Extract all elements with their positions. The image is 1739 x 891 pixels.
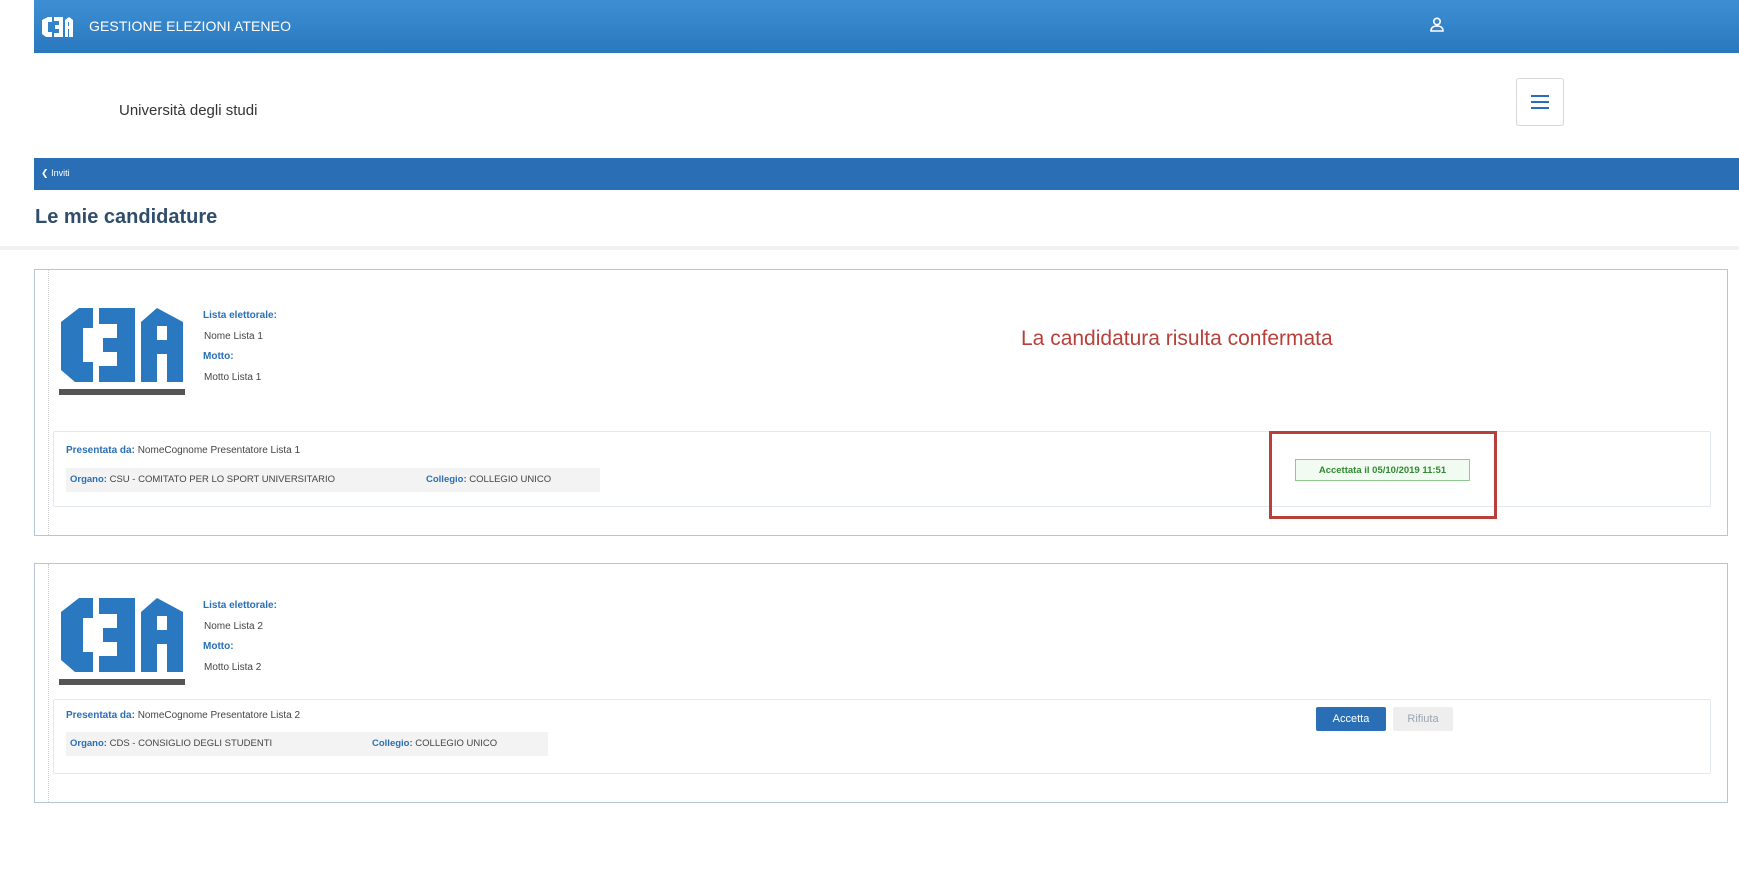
motto-label: Motto: xyxy=(203,351,234,362)
user-icon xyxy=(1430,17,1444,32)
motto-value: Motto Lista 1 xyxy=(204,371,262,383)
accept-button[interactable]: Accetta xyxy=(1316,707,1386,731)
c3a-logo-icon xyxy=(53,300,190,405)
refuse-button[interactable]: Rifiuta xyxy=(1393,707,1453,731)
lista-name: Nome Lista 1 xyxy=(204,330,263,342)
collegio-label: Collegio: xyxy=(372,738,413,749)
organo-label: Organo: xyxy=(70,738,107,749)
collegio-value: COLLEGIO UNICO xyxy=(469,474,552,485)
organo-value: CDS - CONSIGLIO DEGLI STUDENTI xyxy=(109,738,273,749)
presentatore-name: NomeCognome Presentatore Lista 1 xyxy=(137,445,301,456)
motto-value: Motto Lista 2 xyxy=(204,661,262,673)
lista-info: Lista elettorale: Nome Lista 2 Motto: Mo… xyxy=(203,596,277,678)
presentata-row: Presentata da: NomeCognome Presentatore … xyxy=(66,710,300,721)
chevron-left-icon: ❮ xyxy=(41,168,49,178)
breadcrumb-back-link[interactable]: ❮ Inviti xyxy=(41,168,70,179)
c3a-logo-icon xyxy=(42,17,73,37)
page-title: Le mie candidature xyxy=(35,206,218,228)
c3a-logo-icon xyxy=(53,590,190,695)
lista-label: Lista elettorale: xyxy=(203,310,277,321)
organo-value: CSU - COMITATO PER LO SPORT UNIVERSITARI… xyxy=(109,474,335,485)
top-app-bar: GESTIONE ELEZIONI ATENEO xyxy=(34,0,1739,53)
organo-row: Organo: CDS - CONSIGLIO DEGLI STUDENTI C… xyxy=(66,732,548,756)
motto-label: Motto: xyxy=(203,641,234,652)
collegio-label: Collegio: xyxy=(426,474,467,485)
candidatura-details: Presentata da: NomeCognome Presentatore … xyxy=(53,699,1711,774)
lista-label: Lista elettorale: xyxy=(203,600,277,611)
hamburger-menu-button[interactable] xyxy=(1516,78,1564,126)
candidatura-card: Lista elettorale: Nome Lista 2 Motto: Mo… xyxy=(34,563,1728,803)
lista-name: Nome Lista 2 xyxy=(204,620,263,632)
annotation-text: La candidatura risulta confermata xyxy=(1021,327,1333,350)
organo-label: Organo: xyxy=(70,474,107,485)
divider xyxy=(0,246,1739,250)
university-name: Università degli studi xyxy=(119,102,258,119)
presentatore-name: NomeCognome Presentatore Lista 2 xyxy=(137,710,301,721)
presentata-label: Presentata da: xyxy=(66,445,135,456)
breadcrumb-label: Inviti xyxy=(51,168,70,178)
presentata-label: Presentata da: xyxy=(66,710,135,721)
lista-info: Lista elettorale: Nome Lista 1 Motto: Mo… xyxy=(203,306,277,388)
user-menu-button[interactable] xyxy=(1424,12,1450,40)
breadcrumb-bar: ❮ Inviti xyxy=(34,158,1739,190)
organo-row: Organo: CSU - COMITATO PER LO SPORT UNIV… xyxy=(66,468,600,492)
app-title: GESTIONE ELEZIONI ATENEO xyxy=(89,18,292,34)
annotation-highlight-box xyxy=(1269,431,1497,519)
presentata-row: Presentata da: NomeCognome Presentatore … xyxy=(66,445,300,456)
university-header: Università degli studi xyxy=(34,53,1739,158)
collegio-value: COLLEGIO UNICO xyxy=(415,738,498,749)
